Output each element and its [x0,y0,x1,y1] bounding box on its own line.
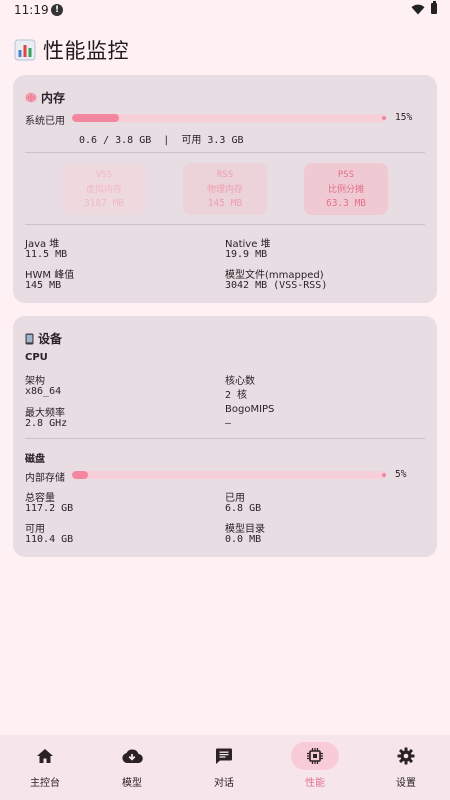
stat-pss-name: PSS [337,170,355,180]
nav-icon-wrap-dashboard [21,742,69,770]
home-icon [37,749,53,763]
device-card-title-text: 设备 [38,332,63,346]
hwm-value: 145 MB [25,280,62,291]
used-value: 6.8 GB [225,503,262,514]
memory-card: 内存 系统已用 15% 0.6 / 3.8 GB | 可用 3.3 GB VSS… [13,75,437,303]
battery-icon [431,1,437,14]
stat-box-vss: VSS 虚拟内存 3187 MB [62,163,146,215]
arch-label: 架构 [25,376,45,387]
cpu-heading: CPU [25,352,48,363]
page-title: 性能监控 [43,39,129,63]
model-file-value: 3042 MB (VSS-RSS) [225,280,328,291]
memory-divider-top [25,152,425,153]
max-freq-label: 最大频率 [25,408,65,419]
nav-icon-wrap-performance [291,742,339,770]
model-dir-label: 模型目录 [225,524,265,535]
nav-item-chat[interactable]: 对话 [179,735,269,800]
total-capacity-label: 总容量 [25,493,55,504]
gear-icon [397,747,415,765]
memory-card-title-text: 内存 [41,91,66,105]
nav-icon-wrap-settings [382,742,430,770]
system-used-percent: 15% [395,112,413,123]
internal-storage-percent: 5% [395,469,407,480]
internal-storage-label: 内部存储 [25,473,65,484]
model-file-label: 模型文件(mmapped) [225,270,324,281]
nav-item-performance[interactable]: 性能 [270,735,360,800]
stat-box-rss: RSS 物理内存 145 MB [183,163,267,215]
bogomips-label: BogoMIPS [225,404,275,415]
native-heap-label: Native 堆 [225,239,271,250]
nav-label-performance: 性能 [305,778,325,789]
memory-divider-bottom [25,224,425,225]
available-label: 可用 [25,524,45,535]
status-time: 11:19 [14,3,49,17]
cloud-download-icon [122,749,143,764]
max-freq-value: 2.8 GHz [25,418,68,429]
hwm-label: HWM 峰值 [25,270,75,281]
stat-rss-name: RSS [216,170,234,180]
available-value: 110.4 GB [25,534,74,545]
nav-item-dashboard[interactable]: 主控台 [0,735,90,800]
nav-icon-wrap-chat [200,742,248,770]
internal-storage-progress-fill [72,471,88,479]
page-header: 性能监控 [14,36,129,64]
stat-vss-value: 3187 MB [83,198,125,209]
arch-value: x86_64 [25,386,62,397]
system-used-progress-fill [72,114,120,122]
device-divider [25,438,425,439]
bogomips-value: — [225,418,232,429]
cores-value: 2 核 [225,390,248,401]
status-bar: 11:19 ! [0,0,450,22]
nav-icon-wrap-models [108,742,156,770]
nav-item-settings[interactable]: 设置 [361,735,450,800]
system-used-progress-end-dot [382,116,386,120]
info-icon: ! [51,4,63,16]
nav-label-settings: 设置 [396,778,416,789]
brain-icon [25,92,37,103]
chip-icon [307,748,323,764]
model-dir-value: 0.0 MB [225,534,262,545]
total-capacity-value: 117.2 GB [25,503,74,514]
device-card-title: 设备 [25,330,62,347]
phone-icon [25,333,34,344]
nav-label-dashboard: 主控台 [30,778,60,789]
nav-item-models[interactable]: 模型 [87,735,177,800]
bar-chart-icon [14,39,36,61]
bottom-nav: 主控台 模型 对话 性能 设置 [0,735,450,800]
wifi-icon [411,4,425,15]
chat-icon [216,748,232,764]
stat-vss-desc: 虚拟内存 [85,185,122,195]
stat-pss-desc: 比例分摊 [327,185,364,195]
stat-vss-name: VSS [95,170,113,180]
memory-usage-detail: 0.6 / 3.8 GB | 可用 3.3 GB [79,135,244,146]
java-heap-label: Java 堆 [25,239,60,250]
system-used-progress [72,114,386,122]
native-heap-value: 19.9 MB [225,249,268,260]
java-heap-value: 11.5 MB [25,249,68,260]
internal-storage-progress [72,471,386,479]
stat-rss-value: 145 MB [207,198,243,209]
stat-box-pss: PSS 比例分摊 63.3 MB [304,163,388,215]
stat-rss-desc: 物理内存 [206,185,243,195]
cores-label: 核心数 [225,376,255,387]
nav-label-models: 模型 [122,778,142,789]
internal-storage-progress-end-dot [382,473,386,477]
nav-label-chat: 对话 [214,778,234,789]
disk-heading: 磁盘 [25,454,45,465]
memory-card-title: 内存 [25,89,65,106]
device-card: 设备 CPU 架构 x86_64 核心数 2 核 最大频率 2.8 GHz Bo… [13,316,437,557]
system-used-label: 系统已用 [25,116,65,127]
used-label: 已用 [225,493,245,504]
stat-pss-value: 63.3 MB [325,198,367,209]
